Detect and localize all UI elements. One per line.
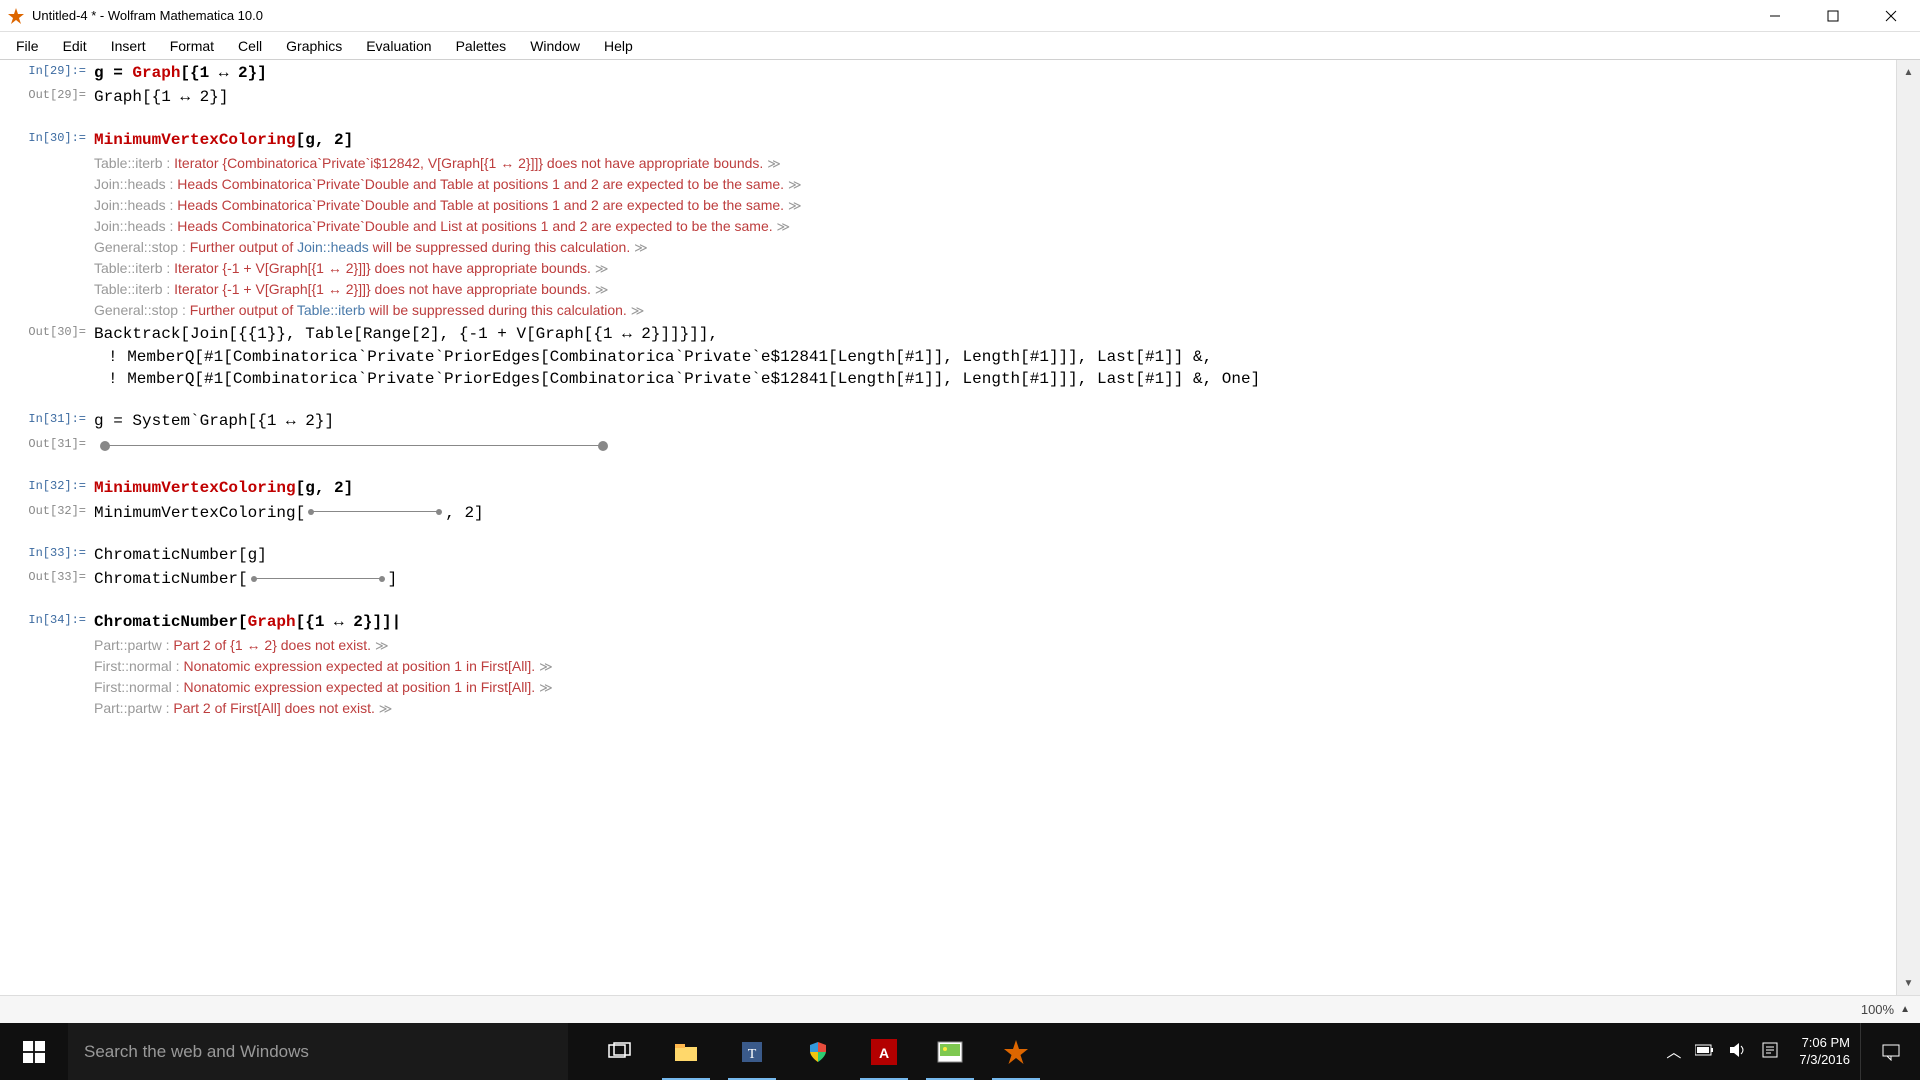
scroll-up-arrow[interactable]: ▲ [1897,60,1920,84]
taskbar: Search the web and Windows T A ︿ 7:06 PM… [0,1023,1920,1080]
more-link[interactable]: ≫ [539,659,553,674]
statusbar: 100% ▲ [0,995,1920,1023]
search-box[interactable]: Search the web and Windows [68,1023,568,1080]
message-row: Table::iterb : Iterator {-1 + V[Graph[{1… [0,281,1896,298]
input-cell[interactable]: In[34]:= ChromaticNumber[Graph[{1 ↔ 2}]]… [0,611,1896,633]
menu-cell[interactable]: Cell [226,34,274,58]
minimize-button[interactable] [1746,0,1804,32]
more-link[interactable]: ≫ [539,680,553,695]
more-link[interactable]: ≫ [767,156,781,171]
menu-format[interactable]: Format [158,34,226,58]
volume-icon[interactable] [1729,1042,1747,1062]
graph-inline [248,575,388,583]
input-cell[interactable]: In[33]:= ChromaticNumber[g] [0,544,1896,566]
more-link[interactable]: ≫ [595,261,609,276]
out-label: Out[29]= [0,86,94,102]
menu-help[interactable]: Help [592,34,645,58]
vertical-scrollbar[interactable]: ▲ ▼ [1896,60,1920,995]
more-link[interactable]: ≫ [375,638,389,653]
more-link[interactable]: ≫ [788,198,802,213]
output-cell: Out[30]= Backtrack[Join[{{1}}, Table[Ran… [0,323,1896,390]
input-cell[interactable]: In[29]:= g = Graph[{1 ↔ 2}] [0,62,1896,84]
task-view-button[interactable] [588,1023,652,1080]
task-image-app[interactable] [918,1023,982,1080]
zoom-menu-icon[interactable]: ▲ [1900,1004,1910,1015]
zoom-level[interactable]: 100% [1861,1002,1894,1017]
scroll-down-arrow[interactable]: ▼ [1897,971,1920,995]
graph-output [94,441,614,451]
notebook-area: In[29]:= g = Graph[{1 ↔ 2}] Out[29]= Gra… [0,60,1920,995]
message-row: Part::partw : Part 2 of {1 ↔ 2} does not… [0,637,1896,654]
more-link[interactable]: ≫ [631,303,645,318]
battery-icon[interactable] [1695,1043,1715,1060]
close-button[interactable] [1862,0,1920,32]
input-cell[interactable]: In[32]:= MinimumVertexColoring[g, 2] [0,477,1896,499]
app-icon [8,8,24,24]
message-row: Table::iterb : Iterator {Combinatorica`P… [0,155,1896,172]
message-row: First::normal : Nonatomic expression exp… [0,658,1896,675]
notebook[interactable]: In[29]:= g = Graph[{1 ↔ 2}] Out[29]= Gra… [0,60,1896,995]
action-center-button[interactable] [1860,1023,1920,1080]
tray-chevron-icon[interactable]: ︿ [1666,1041,1681,1062]
window-title: Untitled-4 * - Wolfram Mathematica 10.0 [32,8,1746,23]
task-acrobat[interactable]: A [852,1023,916,1080]
menu-window[interactable]: Window [518,34,592,58]
task-defender[interactable] [786,1023,850,1080]
message-row: General::stop : Further output of Join::… [0,239,1896,256]
task-app1[interactable]: T [720,1023,784,1080]
more-link[interactable]: ≫ [777,219,791,234]
menubar: File Edit Insert Format Cell Graphics Ev… [0,32,1920,60]
menu-graphics[interactable]: Graphics [274,34,354,58]
menu-evaluation[interactable]: Evaluation [354,34,443,58]
titlebar: Untitled-4 * - Wolfram Mathematica 10.0 [0,0,1920,32]
output-cell: Out[29]= Graph[{1 ↔ 2}] [0,86,1896,108]
start-button[interactable] [0,1023,68,1080]
more-link[interactable]: ≫ [595,282,609,297]
input-cell[interactable]: In[30]:= MinimumVertexColoring[g, 2] [0,129,1896,151]
menu-edit[interactable]: Edit [51,34,99,58]
system-tray[interactable]: ︿ [1656,1023,1789,1080]
in-label: In[29]:= [0,62,94,78]
output-cell: Out[31]= [0,435,1896,457]
message-row: First::normal : Nonatomic expression exp… [0,679,1896,696]
maximize-button[interactable] [1804,0,1862,32]
notes-icon[interactable] [1761,1041,1779,1063]
clock[interactable]: 7:06 PM 7/3/2016 [1789,1035,1860,1069]
graph-inline [305,508,445,516]
more-link[interactable]: ≫ [788,177,802,192]
svg-text:A: A [879,1045,889,1061]
message-row: Join::heads : Heads Combinatorica`Privat… [0,218,1896,235]
menu-file[interactable]: File [4,34,51,58]
message-row: Join::heads : Heads Combinatorica`Privat… [0,197,1896,214]
menu-insert[interactable]: Insert [99,34,158,58]
svg-text:T: T [748,1047,757,1062]
more-link[interactable]: ≫ [379,701,393,716]
output-cell: Out[32]= MinimumVertexColoring[, 2] [0,502,1896,524]
more-link[interactable]: ≫ [634,240,648,255]
menu-palettes[interactable]: Palettes [444,34,519,58]
message-row: Part::partw : Part 2 of First[All] does … [0,700,1896,717]
message-row: Table::iterb : Iterator {-1 + V[Graph[{1… [0,260,1896,277]
task-mathematica[interactable] [984,1023,1048,1080]
message-row: Join::heads : Heads Combinatorica`Privat… [0,176,1896,193]
task-explorer[interactable] [654,1023,718,1080]
output-cell: Out[33]= ChromaticNumber[] [0,568,1896,590]
message-row: General::stop : Further output of Table:… [0,302,1896,319]
input-cell[interactable]: In[31]:= g = System`Graph[{1 ↔ 2}] [0,410,1896,432]
